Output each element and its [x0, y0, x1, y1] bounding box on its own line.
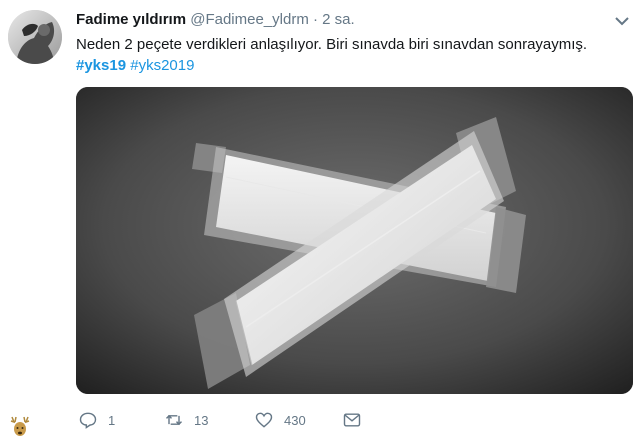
display-name[interactable]: Fadime yıldırım	[76, 11, 186, 28]
separator-dot: ·	[312, 11, 318, 28]
user-handle[interactable]: @Fadimee_yldrm	[190, 11, 309, 28]
tweet-actions: 1 13 430	[76, 408, 633, 432]
envelope-icon	[343, 413, 361, 427]
deer-icon	[6, 415, 34, 441]
hashtag-link[interactable]: #yks2019	[130, 57, 194, 74]
reply-icon	[79, 412, 97, 429]
avatar[interactable]	[8, 10, 62, 64]
like-count: 430	[284, 412, 306, 428]
tweet-header: Fadime yıldırım @Fadimee_yldrm · 2 sa.	[76, 11, 355, 29]
heart-icon	[255, 412, 273, 428]
hashtag-link[interactable]: #yks19	[76, 57, 126, 74]
reply-count: 1	[108, 412, 116, 428]
photo-napkins	[76, 87, 633, 394]
avatar-image	[8, 10, 62, 64]
hashtag-line: #yks19 #yks2019	[76, 56, 194, 75]
chevron-down-icon[interactable]	[614, 14, 630, 26]
reply-button[interactable]: 1	[78, 408, 115, 432]
retweet-count: 13	[194, 412, 209, 428]
timestamp[interactable]: 2 sa.	[322, 11, 355, 28]
like-button[interactable]: 430	[254, 408, 306, 432]
retweet-icon	[165, 414, 183, 426]
tweet-text: Neden 2 peçete verdikleri anlaşılıyor. B…	[76, 36, 588, 53]
direct-message-button[interactable]	[342, 408, 372, 432]
tweet-media-image[interactable]	[76, 87, 633, 394]
retweet-button[interactable]: 13	[164, 408, 208, 432]
